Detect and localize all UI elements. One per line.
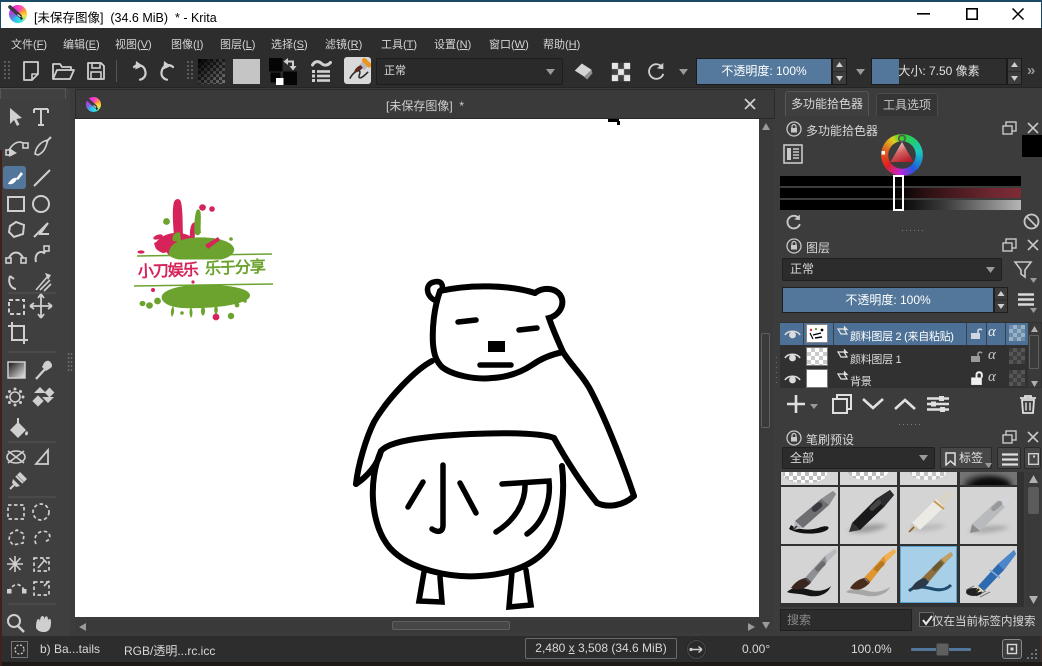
svg-text:乐于分享: 乐于分享 xyxy=(204,257,266,278)
svg-text:小刀娱乐: 小刀娱乐 xyxy=(137,260,199,281)
